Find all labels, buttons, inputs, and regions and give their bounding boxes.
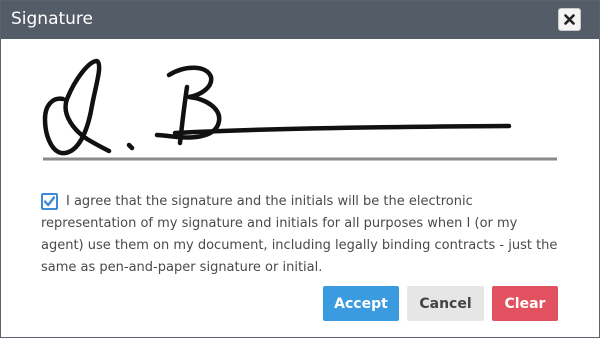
checkmark-icon (43, 196, 56, 207)
cancel-button[interactable]: Cancel (407, 286, 484, 321)
accept-button[interactable]: Accept (323, 286, 399, 321)
dialog-titlebar: Signature (1, 1, 599, 39)
agreement-text: I agree that the signature and the initi… (41, 194, 558, 275)
close-icon (564, 14, 575, 25)
agree-checkbox[interactable] (41, 193, 58, 210)
clear-button[interactable]: Clear (492, 286, 558, 321)
signature-pad[interactable] (1, 39, 599, 181)
dialog-title: Signature (11, 9, 94, 29)
signature-dialog: Signature I agree that the signature and… (0, 0, 600, 338)
close-button[interactable] (558, 8, 581, 31)
signature-drawing (42, 58, 557, 161)
signature-strokes (42, 58, 512, 156)
agreement-row: I agree that the signature and the initi… (41, 191, 561, 279)
